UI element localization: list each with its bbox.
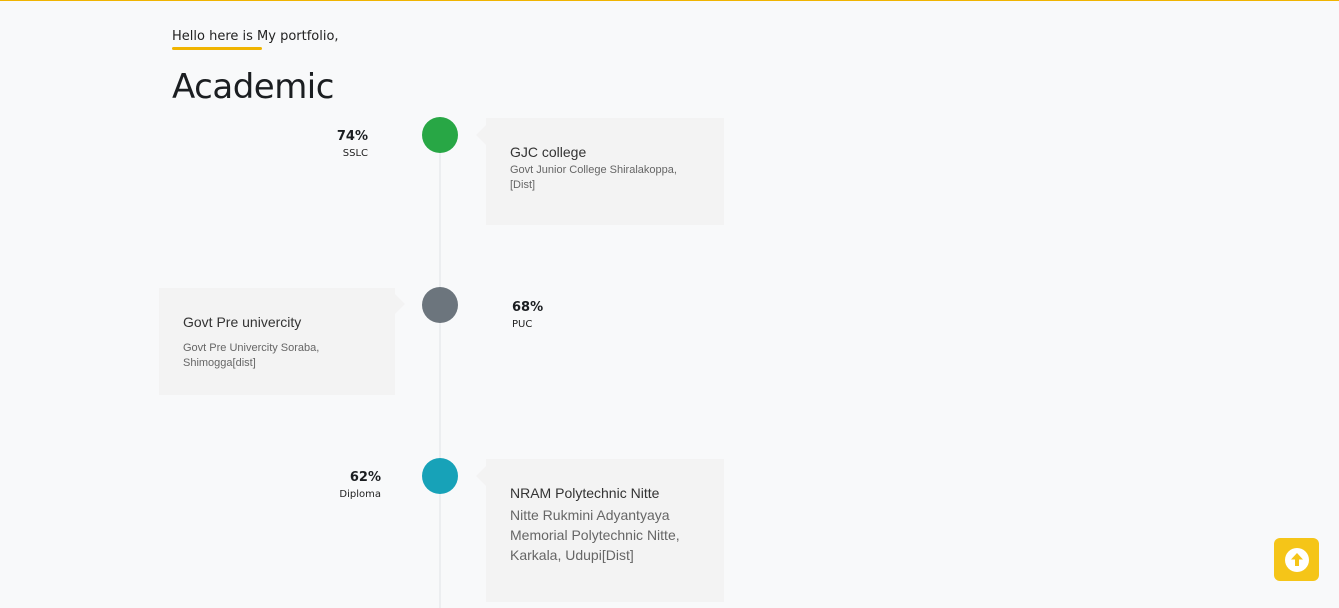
arrow-diploma [476,466,486,486]
timeline-dot-puc [422,287,458,323]
card-puc: Govt Pre univercity Govt Pre Univercity … [159,288,395,395]
stat-puc: 68% PUC [512,300,543,330]
stat-level: SSLC [342,148,368,159]
arrow-sslc [476,125,486,145]
stat-percent: 74% [336,129,368,144]
stat-diploma: 62% Diploma [339,470,381,500]
card-description: Govt Pre Univercity Soraba, Shimogga[dis… [183,342,320,369]
card-description: Govt Junior College Shiralakoppa, [Dist] [510,164,677,191]
arrow-up-circle-icon [1284,547,1309,572]
stat-sslc: 74% SSLC [337,129,368,159]
card-institution: GJC college [510,144,587,160]
stat-level: PUC [512,319,533,330]
card-description: Nitte Rukmini Adyantyaya Memorial Polyte… [510,507,680,563]
arrow-puc [395,294,405,314]
stat-percent: 62% [349,470,381,485]
card-sslc: GJC college Govt Junior College Shiralak… [486,118,724,225]
card-diploma: NRAM Polytechnic Nitte Nitte Rukmini Ady… [486,459,724,602]
stat-level: Diploma [339,489,381,500]
scroll-top-button[interactable] [1274,538,1319,581]
intro-text: Hello here is My portfolio, [172,29,339,44]
page-title: Academic [172,67,334,107]
stat-percent: 68% [512,300,544,315]
timeline-dot-diploma [422,458,458,494]
card-institution: Govt Pre univercity [183,314,302,330]
card-institution: NRAM Polytechnic Nitte [510,485,660,501]
timeline-dot-sslc [422,117,458,153]
intro-underline [172,47,262,50]
timeline-line [439,135,441,608]
